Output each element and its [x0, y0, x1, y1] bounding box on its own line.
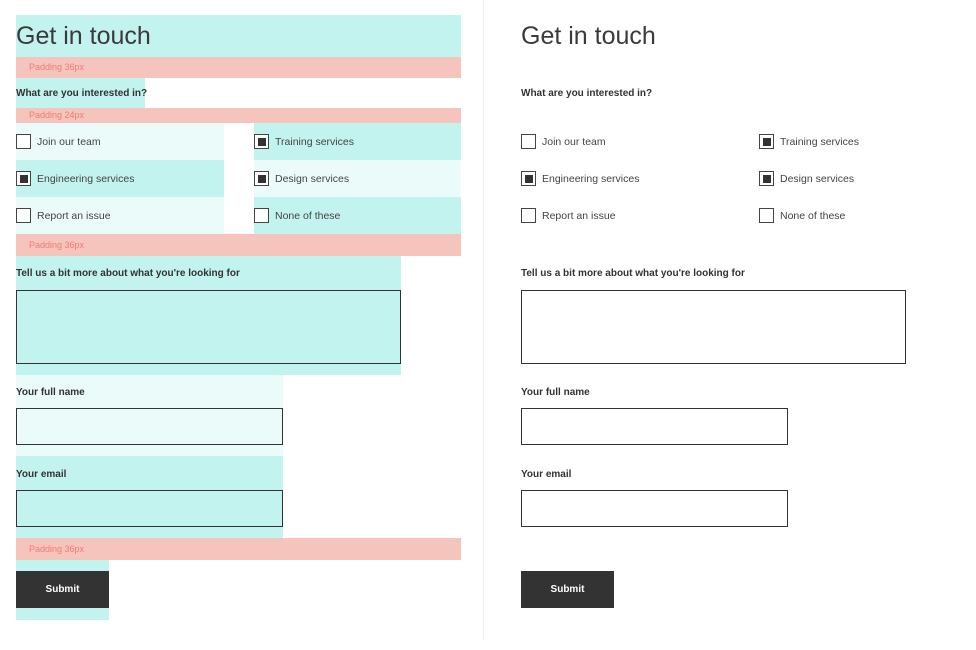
option-training-services[interactable]: Training services: [254, 134, 354, 149]
option-engineering-services[interactable]: Engineering services: [521, 171, 639, 186]
padding-annotation: Padding 36px: [16, 538, 461, 560]
details-label: Tell us a bit more about what you're loo…: [16, 268, 240, 279]
checkbox[interactable]: [521, 171, 536, 186]
checkbox-mark-icon: [762, 174, 771, 183]
option-label: Engineering services: [542, 172, 640, 185]
option-label: Training services: [275, 135, 354, 148]
name-label: Your full name: [521, 387, 590, 398]
checkbox[interactable]: [16, 171, 31, 186]
panel-divider: [483, 0, 484, 640]
details-label: Tell us a bit more about what you're loo…: [521, 268, 745, 279]
name-input[interactable]: [521, 408, 788, 445]
checkbox[interactable]: [759, 171, 774, 186]
option-training-services[interactable]: Training services: [759, 134, 859, 149]
option-join-team[interactable]: Join our team: [16, 134, 101, 149]
interest-question: What are you interested in?: [16, 88, 148, 99]
checkbox[interactable]: [16, 208, 31, 223]
checkbox[interactable]: [521, 208, 536, 223]
padding-annotation: Padding 24px: [16, 108, 461, 123]
option-none-of-these[interactable]: None of these: [254, 208, 340, 223]
option-label: Training services: [780, 135, 859, 148]
submit-button[interactable]: Submit: [16, 571, 109, 608]
page-title: Get in touch: [521, 22, 656, 50]
name-label: Your full name: [16, 387, 85, 398]
email-input[interactable]: [521, 490, 788, 527]
option-design-services[interactable]: Design services: [759, 171, 854, 186]
option-report-issue[interactable]: Report an issue: [521, 208, 616, 223]
checkbox[interactable]: [16, 134, 31, 149]
checkbox-mark-icon: [257, 174, 266, 183]
option-label: Engineering services: [37, 172, 135, 185]
padding-annotation: Padding 36px: [16, 57, 461, 78]
checkbox[interactable]: [759, 208, 774, 223]
option-label: Report an issue: [542, 209, 616, 222]
option-label: None of these: [780, 209, 846, 222]
padding-label: Padding 36px: [29, 239, 85, 250]
checkbox[interactable]: [759, 134, 774, 149]
option-label: Design services: [275, 172, 350, 185]
option-report-issue[interactable]: Report an issue: [16, 208, 111, 223]
checkbox-mark-icon: [762, 137, 771, 146]
checkbox[interactable]: [521, 134, 536, 149]
details-textarea[interactable]: [16, 290, 401, 364]
option-engineering-services[interactable]: Engineering services: [16, 171, 134, 186]
name-input[interactable]: [16, 408, 283, 445]
padding-label: Padding 24px: [29, 110, 85, 120]
checkbox-mark-icon: [257, 137, 266, 146]
checkbox[interactable]: [254, 134, 269, 149]
option-label: Join our team: [542, 135, 606, 148]
email-label: Your email: [521, 469, 572, 480]
checkbox-mark-icon: [19, 174, 28, 183]
option-design-services[interactable]: Design services: [254, 171, 349, 186]
option-label: None of these: [275, 209, 341, 222]
page-title: Get in touch: [16, 22, 151, 50]
checkbox-mark-icon: [524, 174, 533, 183]
interest-question: What are you interested in?: [521, 88, 653, 99]
padding-label: Padding 36px: [29, 543, 85, 554]
padding-label: Padding 36px: [29, 62, 85, 72]
option-label: Design services: [780, 172, 855, 185]
checkbox[interactable]: [254, 171, 269, 186]
option-join-team[interactable]: Join our team: [521, 134, 606, 149]
details-textarea[interactable]: [521, 290, 906, 364]
option-none-of-these[interactable]: None of these: [759, 208, 845, 223]
submit-button[interactable]: Submit: [521, 571, 614, 608]
email-label: Your email: [16, 469, 67, 480]
option-label: Report an issue: [37, 209, 111, 222]
padding-annotation: Padding 36px: [16, 234, 461, 256]
option-label: Join our team: [37, 135, 101, 148]
checkbox[interactable]: [254, 208, 269, 223]
email-input[interactable]: [16, 490, 283, 527]
